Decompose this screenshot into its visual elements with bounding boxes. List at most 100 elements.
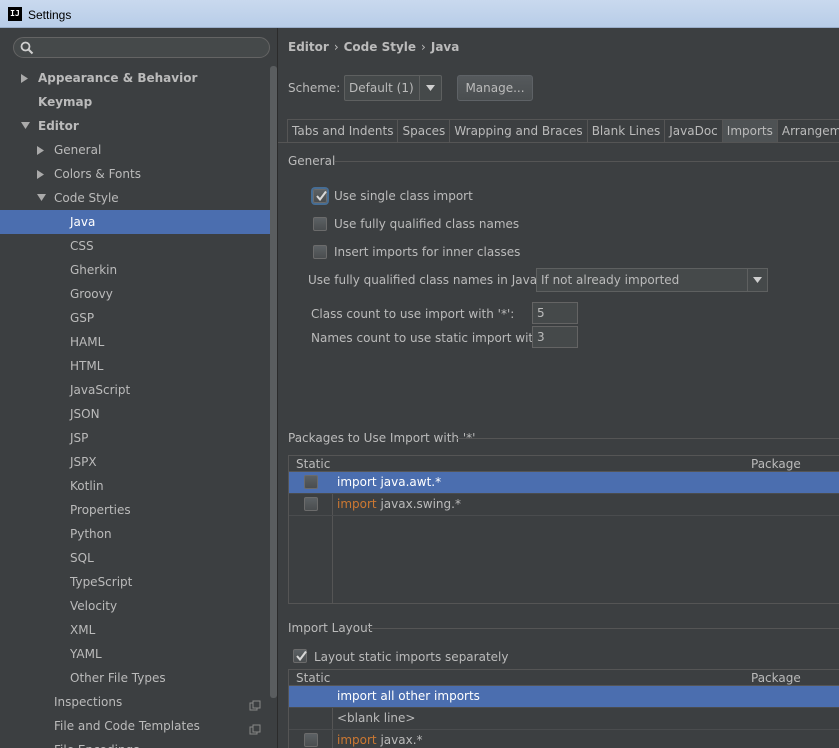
scheme-dropdown[interactable]: Default (1) <box>344 75 442 101</box>
group-divider <box>367 628 839 629</box>
tab-tabs-and-indents[interactable]: Tabs and Indents <box>288 120 399 143</box>
scheme-label: Scheme: <box>288 81 341 95</box>
search-box[interactable] <box>13 37 270 58</box>
table-row[interactable]: import java.awt.* <box>289 472 839 494</box>
sidebar-item-haml[interactable]: HAML <box>0 330 270 354</box>
search-icon <box>20 41 34 55</box>
import-layout-table[interactable]: Static Package import all other imports <… <box>288 669 839 748</box>
sidebar-item-label: Inspections <box>54 695 123 709</box>
sidebar-item-colors-fonts[interactable]: Colors & Fonts <box>0 162 270 186</box>
sidebar-item-groovy[interactable]: Groovy <box>0 282 270 306</box>
use-fully-qualified-class-names-label[interactable]: Use fully qualified class names <box>334 217 519 231</box>
package-cell: import javax.swing.* <box>337 497 461 511</box>
breadcrumb-item: Java <box>430 40 460 54</box>
package-column-header[interactable]: Package <box>751 670 801 686</box>
sidebar-item-label: Kotlin <box>70 479 104 493</box>
sidebar-item-html[interactable]: HTML <box>0 354 270 378</box>
sidebar-item-label: HAML <box>70 335 105 349</box>
tree-toggle[interactable] <box>21 66 31 90</box>
tab-wrapping-and-braces[interactable]: Wrapping and Braces <box>450 120 588 143</box>
manage-button[interactable]: Manage... <box>457 75 533 101</box>
sidebar-item-kotlin[interactable]: Kotlin <box>0 474 270 498</box>
sidebar-item-keymap[interactable]: Keymap <box>0 90 270 114</box>
sidebar-item-file-encodings[interactable]: File Encodings <box>0 738 270 748</box>
packages-header: Packages to Use Import with '*' <box>288 431 476 445</box>
sidebar-item-sql[interactable]: SQL <box>0 546 270 570</box>
sidebar-item-python[interactable]: Python <box>0 522 270 546</box>
static-checkbox[interactable] <box>304 497 318 511</box>
sidebar-item-general[interactable]: General <box>0 138 270 162</box>
names-count-field[interactable]: 3 <box>532 326 578 348</box>
tab-blank-lines[interactable]: Blank Lines <box>587 120 666 143</box>
class-count-field[interactable]: 5 <box>532 302 578 324</box>
table-row[interactable]: import javax.* <box>289 730 839 748</box>
javadoc-fqn-value: If not already imported <box>541 273 680 287</box>
tab-spaces[interactable]: Spaces <box>398 120 451 143</box>
sidebar-item-json[interactable]: JSON <box>0 402 270 426</box>
sidebar-item-label: JSP <box>70 431 89 445</box>
sidebar-item-jspx[interactable]: JSPX <box>0 450 270 474</box>
sidebar-item-gherkin[interactable]: Gherkin <box>0 258 270 282</box>
tab-panel-border <box>278 142 839 143</box>
use-single-class-import-checkbox[interactable] <box>313 189 327 203</box>
sidebar-item-editor[interactable]: Editor <box>0 114 270 138</box>
javadoc-fqn-dropdown[interactable]: If not already imported <box>536 268 768 292</box>
package-cell: <blank line> <box>337 711 415 725</box>
tree-toggle[interactable] <box>37 162 47 186</box>
sidebar-item-gsp[interactable]: GSP <box>0 306 270 330</box>
breadcrumb-item: Editor <box>288 40 329 54</box>
static-column-header[interactable]: Static <box>296 456 330 472</box>
package-cell: import java.awt.* <box>337 475 441 489</box>
layout-static-separately-label[interactable]: Layout static imports separately <box>314 650 508 664</box>
sidebar-item-code-style[interactable]: Code Style <box>0 186 270 210</box>
sidebar-item-typescript[interactable]: TypeScript <box>0 570 270 594</box>
tab-imports[interactable]: Imports <box>722 120 778 143</box>
table-row[interactable]: <blank line> <box>289 708 839 730</box>
search-input[interactable] <box>38 40 263 55</box>
tree-toggle[interactable] <box>21 114 31 138</box>
tab-javadoc[interactable]: JavaDoc <box>665 120 723 143</box>
sidebar-item-label: General <box>54 143 102 157</box>
sidebar-item-other-file-types[interactable]: Other File Types <box>0 666 270 690</box>
sidebar-item-inspections[interactable]: Inspections <box>0 690 270 714</box>
package-column-header[interactable]: Package <box>751 456 801 472</box>
static-checkbox[interactable] <box>304 733 318 747</box>
layout-static-separately-checkbox[interactable] <box>293 649 307 663</box>
tree-toggle[interactable] <box>37 186 47 210</box>
packages-table[interactable]: Static Package import java.awt.* import j… <box>288 455 839 604</box>
sidebar-item-label: TypeScript <box>70 575 133 589</box>
sidebar-item-jsp[interactable]: JSP <box>0 426 270 450</box>
package-name: java.awt.* <box>380 475 442 489</box>
sidebar-item-css[interactable]: CSS <box>0 234 270 258</box>
tab-arrangement[interactable]: Arrangement <box>777 120 839 143</box>
chevron-down-icon <box>21 122 30 129</box>
sidebar-item-label: Java <box>70 215 96 229</box>
sidebar-item-properties[interactable]: Properties <box>0 498 270 522</box>
sidebar-item-javascript[interactable]: JavaScript <box>0 378 270 402</box>
tree-toggle[interactable] <box>37 138 47 162</box>
sidebar-item-velocity[interactable]: Velocity <box>0 594 270 618</box>
insert-imports-for-inner-classes-label[interactable]: Insert imports for inner classes <box>334 245 520 259</box>
sidebar-item-xml[interactable]: XML <box>0 618 270 642</box>
settings-content: Editor › Code Style › Java Scheme: Default (… <box>278 28 839 748</box>
table-row[interactable]: import all other imports <box>289 686 839 708</box>
insert-imports-for-inner-classes-checkbox[interactable] <box>313 245 327 259</box>
use-fully-qualified-class-names-checkbox[interactable] <box>313 217 327 231</box>
static-column-header[interactable]: Static <box>296 670 330 686</box>
static-checkbox[interactable] <box>304 475 318 489</box>
sidebar-item-appearance-behavior[interactable]: Appearance & Behavior <box>0 66 270 90</box>
sidebar-item-file-and-code-templates[interactable]: File and Code Templates <box>0 714 270 738</box>
package-cell: import javax.* <box>337 733 423 747</box>
sidebar-item-java[interactable]: Java <box>0 210 270 234</box>
sidebar-item-yaml[interactable]: YAML <box>0 642 270 666</box>
breadcrumb: Editor › Code Style › Java <box>288 40 459 54</box>
import-keyword: import <box>337 475 377 489</box>
general-header: General <box>288 154 336 168</box>
table-row[interactable]: import javax.swing.* <box>289 494 839 516</box>
window-title: Settings <box>28 8 72 22</box>
sidebar-item-label: Groovy <box>70 287 113 301</box>
settings-sidebar: Appearance & Behavior Keymap Editor General… <box>0 28 278 748</box>
sidebar-scrollbar-thumb[interactable] <box>270 66 277 698</box>
breadcrumb-separator: › <box>421 40 426 54</box>
use-single-class-import-label[interactable]: Use single class import <box>334 189 473 203</box>
